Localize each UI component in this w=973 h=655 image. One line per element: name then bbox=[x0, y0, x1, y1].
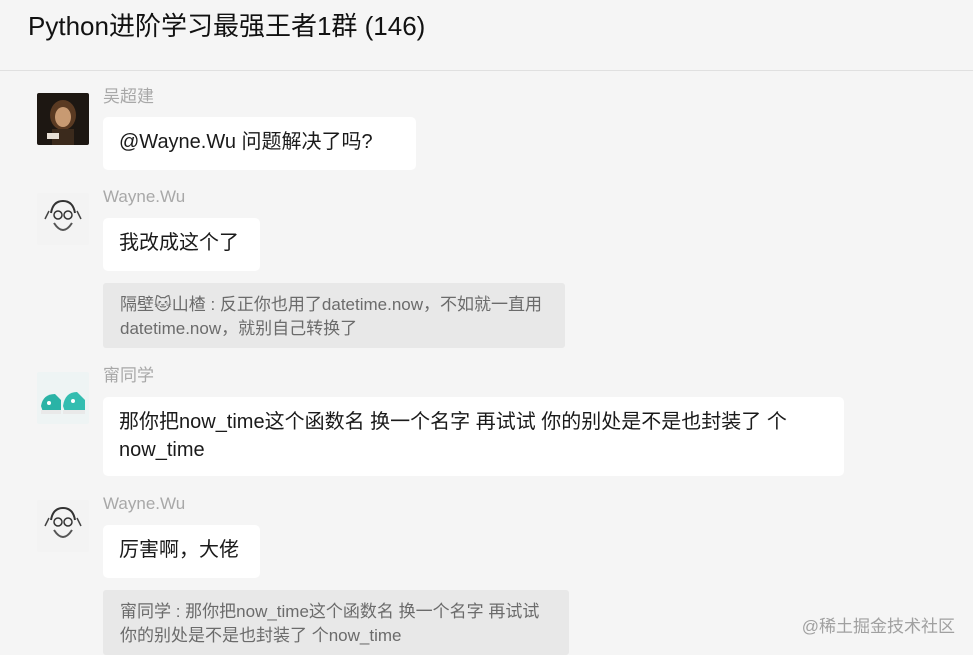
chat-title: Python进阶学习最强王者1群 (146) bbox=[28, 11, 426, 41]
quote-author: 隔壁🐱山楂 bbox=[120, 295, 206, 314]
sender-name: Wayne.Wu bbox=[103, 187, 186, 206]
sender-name: 甯同学 bbox=[103, 366, 154, 385]
message-bubble[interactable]: @Wayne.Wu 问题解决了吗? bbox=[103, 117, 416, 170]
avatar[interactable] bbox=[37, 193, 89, 245]
message-bubble[interactable]: 厉害啊，大佬 bbox=[103, 525, 260, 578]
photo-avatar-icon bbox=[37, 93, 89, 145]
shoes-avatar-icon bbox=[37, 372, 89, 424]
sender-name: Wayne.Wu bbox=[103, 494, 186, 513]
sender-name: 吴超建 bbox=[103, 87, 154, 106]
message-bubble[interactable]: 我改成这个了 bbox=[103, 218, 260, 271]
avatar[interactable] bbox=[37, 372, 89, 424]
quote-separator: : bbox=[205, 295, 220, 314]
avatar[interactable] bbox=[37, 93, 89, 145]
sketch-portrait-icon bbox=[37, 500, 89, 552]
watermark: @稀土掘金技术社区 bbox=[801, 617, 955, 636]
quote-author: 甯同学 bbox=[120, 602, 171, 621]
quoted-reply[interactable]: 隔壁🐱山楂 : 反正你也用了datetime.now，不如就一直用datetim… bbox=[103, 283, 565, 348]
sketch-portrait-icon bbox=[37, 193, 89, 245]
avatar[interactable] bbox=[37, 500, 89, 552]
message-bubble[interactable]: 那你把now_time这个函数名 换一个名字 再试试 你的别处是不是也封装了 个… bbox=[103, 397, 844, 476]
chat-header: Python进阶学习最强王者1群 (146) bbox=[0, 0, 973, 71]
quoted-reply[interactable]: 甯同学 : 那你把now_time这个函数名 换一个名字 再试试 你的别处是不是… bbox=[103, 590, 569, 655]
quote-separator: : bbox=[171, 602, 186, 621]
